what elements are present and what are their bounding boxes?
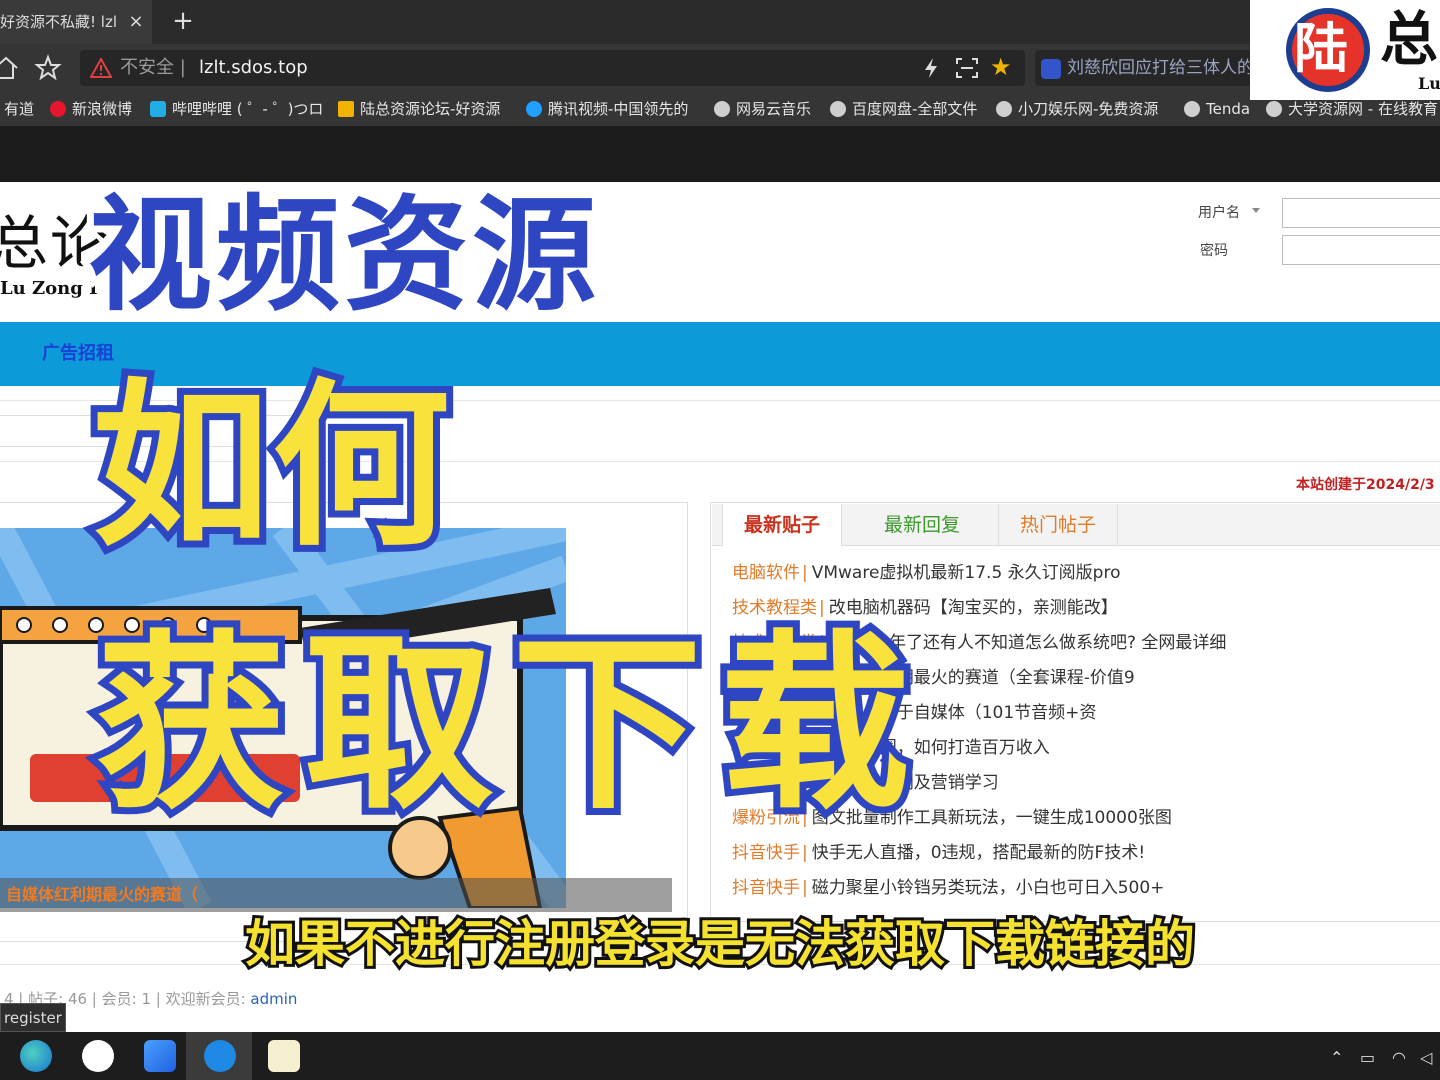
search-box[interactable]: 刘慈欣回应打给三体人的 — [1035, 50, 1285, 86]
list-item[interactable]: 电脑软件 | VMware虚拟机最新17.5 永久订阅版pro — [732, 556, 1432, 591]
baidu-icon — [1041, 59, 1061, 79]
tab-hot-posts[interactable]: 热门帖子 — [998, 504, 1118, 546]
browser-icon[interactable] — [204, 1040, 236, 1072]
edge-icon[interactable] — [20, 1040, 52, 1072]
globe-icon — [996, 101, 1012, 117]
bookmark-item[interactable]: 小刀娱乐网-免费资源 — [996, 92, 1158, 126]
overlay-title-line2: 如何 — [85, 363, 457, 570]
bookmarks-bar: 有道 新浪微博 哔哩哔哩 ( ゜- ゜)つロ 陆总资源论坛-好资源 腾讯视频-中… — [0, 92, 1440, 126]
bookmark-item[interactable]: 新浪微博 — [50, 92, 132, 126]
bookmark-item[interactable]: 陆总资源论坛-好资源 — [338, 92, 500, 126]
editor-icon[interactable] — [268, 1040, 300, 1072]
tooltip: register — [0, 1003, 66, 1032]
watermark-logo: 陆 总 Lu — [1250, 0, 1440, 100]
lightning-icon[interactable] — [922, 57, 940, 79]
site-notice: 本站创建于2024/2/3 — [1296, 477, 1435, 493]
battery-icon[interactable]: ▭ — [1360, 1048, 1375, 1067]
bookmark-item[interactable]: Tenda — [1184, 92, 1250, 126]
globe-icon — [830, 101, 846, 117]
volume-icon[interactable]: ◁ — [1420, 1048, 1432, 1067]
logo-text: Lu — [1418, 74, 1440, 93]
chevron-down-icon[interactable] — [1252, 208, 1260, 213]
admin-link[interactable]: admin — [250, 990, 297, 1008]
url-bar[interactable]: 不安全 | lzlt.sdos.top ★ — [80, 50, 1025, 86]
bookmark-star-icon[interactable]: ★ — [990, 55, 1012, 79]
logo-char: 总 — [1380, 5, 1439, 73]
app-icon[interactable] — [82, 1040, 114, 1072]
password-input[interactable] — [1282, 235, 1440, 265]
tab-latest-replies[interactable]: 最新回复 — [862, 504, 982, 546]
bookmark-item[interactable]: 百度网盘-全部文件 — [830, 92, 977, 126]
tab-close-icon[interactable]: × — [126, 8, 146, 36]
browser-tab-bar: 好资源不私藏! lzl × + — [0, 0, 1440, 44]
tencent-video-icon — [526, 101, 542, 117]
favorites-star-icon[interactable] — [34, 54, 62, 82]
new-tab-button[interactable]: + — [170, 6, 196, 38]
posts-tabs: 最新贴子 最新回复 热门帖子 — [712, 504, 1440, 546]
password-label: 密码 — [1200, 243, 1228, 259]
weibo-icon — [50, 101, 66, 117]
browser-spacer — [0, 126, 1440, 182]
school-icon — [1266, 101, 1282, 117]
bookmark-item[interactable]: 有道 — [4, 92, 34, 126]
address-toolbar: 不安全 | lzlt.sdos.top ★ 刘慈欣回应打给三体人的 — [0, 44, 1440, 92]
bookmark-item[interactable]: 腾讯视频-中国领先的 — [526, 92, 688, 126]
insecure-label: 不安全 | — [120, 57, 186, 78]
tab-latest-posts[interactable]: 最新贴子 — [722, 504, 842, 546]
baidu-netdisk-icon[interactable] — [144, 1040, 176, 1072]
chevron-up-icon[interactable]: ⌃ — [1330, 1048, 1343, 1067]
search-suggestion: 刘慈欣回应打给三体人的 — [1067, 58, 1254, 78]
folder-icon — [338, 101, 354, 117]
username-input[interactable] — [1282, 198, 1440, 228]
overlay-title-line1: 视频资源 — [81, 179, 603, 333]
taskbar: ⌃ ▭ ◠ ◁ — [0, 1032, 1440, 1080]
overlay-title-line3: 获取下载 — [89, 613, 929, 837]
warning-icon — [90, 58, 112, 78]
logo-char: 陆 — [1294, 16, 1348, 80]
url-text[interactable]: lzlt.sdos.top — [199, 50, 308, 86]
bilibili-icon — [150, 101, 166, 117]
tab-title: 好资源不私藏! lzl — [0, 13, 117, 31]
list-item[interactable]: 抖音快手 | 磁力聚星小铃铛另类玩法，小白也可日入500+ — [732, 871, 1432, 906]
wifi-icon[interactable]: ◠ — [1392, 1048, 1406, 1067]
screen: 好资源不私藏! lzl × + 不安全 | lzlt.sdos.top ★ 刘慈… — [0, 0, 1440, 1080]
globe-icon — [1184, 101, 1200, 117]
globe-icon — [714, 101, 730, 117]
bookmark-item[interactable]: 哔哩哔哩 ( ゜- ゜)つロ — [150, 92, 323, 126]
home-icon[interactable] — [0, 54, 20, 82]
site-logo-en: Lu Zong I — [0, 278, 98, 299]
list-item[interactable]: 抖音快手 | 快手无人直播，0违规，搭配最新的防F技术! — [732, 836, 1432, 871]
video-subtitle: 如果不进行注册登录是无法获取下载链接的 — [242, 912, 1198, 976]
username-label[interactable]: 用户名 — [1198, 202, 1240, 222]
screenshot-icon[interactable] — [956, 58, 978, 78]
bookmark-item[interactable]: 网易云音乐 — [714, 92, 811, 126]
